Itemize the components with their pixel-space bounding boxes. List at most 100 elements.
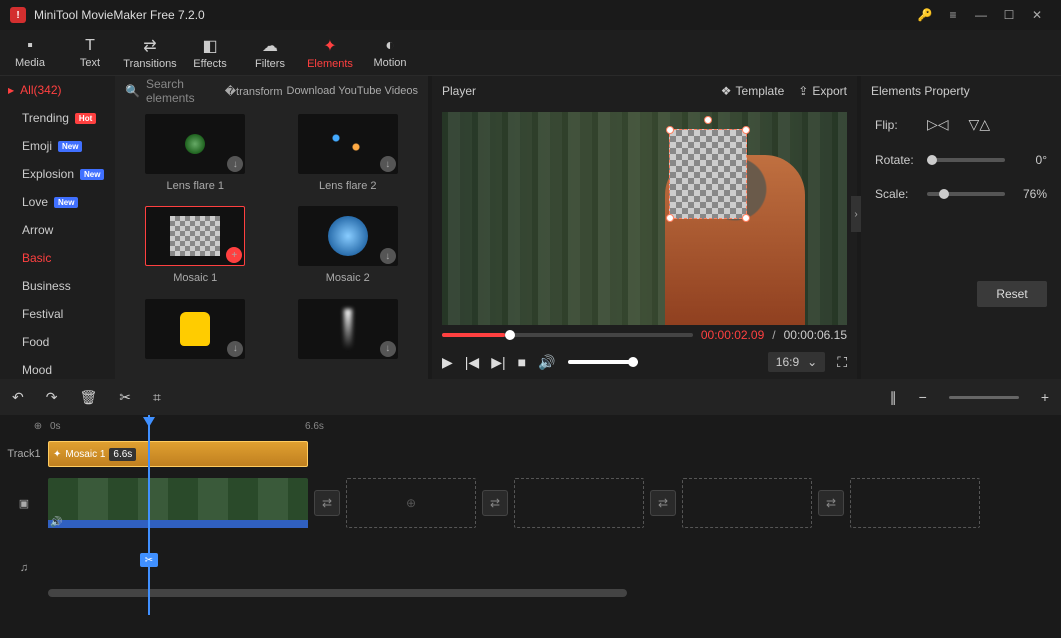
download-icon[interactable]: ↓ [380, 341, 396, 357]
key-icon[interactable]: 🔑 [911, 1, 939, 29]
category-mood[interactable]: Mood [0, 356, 115, 379]
tab-effects[interactable]: ◧Effects [180, 30, 240, 75]
category-trending[interactable]: TrendingHot [0, 104, 115, 132]
undo-button[interactable]: ↶ [12, 389, 24, 406]
crop-button[interactable]: ⌗ [153, 389, 161, 406]
effect-clip-mosaic[interactable]: ✦ Mosaic 1 6.6s [48, 441, 308, 467]
element-mosaic-2[interactable]: ↓ Mosaic 2 [282, 206, 415, 290]
flip-vertical-button[interactable]: ▽△ [969, 116, 991, 133]
search-input[interactable]: 🔍 Search elements [125, 77, 217, 105]
horizontal-scrollbar[interactable] [48, 589, 1013, 599]
zoom-out-button[interactable]: − [919, 389, 927, 405]
empty-clip-slot[interactable]: ⊕ [346, 478, 476, 528]
flip-horizontal-button[interactable]: ▷◁ [927, 116, 949, 133]
volume-icon[interactable]: 🔊 [538, 354, 555, 371]
timeline-ruler[interactable]: ⊕ 0s 6.6s ✂ [0, 415, 1061, 437]
star-icon: ✦ [53, 449, 61, 460]
export-button[interactable]: ⇪Export [798, 84, 847, 98]
text-icon: T [85, 37, 95, 55]
zoom-in-button[interactable]: + [1041, 389, 1049, 405]
category-arrow[interactable]: Arrow [0, 216, 115, 244]
category-all[interactable]: ▶All(342) [0, 76, 115, 104]
tab-media[interactable]: ▪Media [0, 30, 60, 75]
resize-handle[interactable] [666, 214, 674, 222]
category-business[interactable]: Business [0, 272, 115, 300]
play-button[interactable]: ▶ [442, 354, 453, 371]
flip-label: Flip: [875, 118, 917, 132]
category-sidebar: ▶All(342) TrendingHot EmojiNew Explosion… [0, 76, 115, 379]
elements-icon: ✦ [323, 36, 336, 56]
collapse-properties-button[interactable]: › [851, 196, 861, 232]
maximize-button[interactable]: ☐ [995, 1, 1023, 29]
empty-clip-slot[interactable] [514, 478, 644, 528]
add-icon[interactable]: + [226, 247, 242, 263]
next-frame-button[interactable]: ▶| [491, 354, 505, 371]
scale-slider[interactable] [927, 192, 1005, 196]
category-festival[interactable]: Festival [0, 300, 115, 328]
download-youtube-link[interactable]: �transform Download YouTube Videos [225, 85, 418, 98]
prev-frame-button[interactable]: |◀ [465, 354, 479, 371]
element-smoke[interactable]: ↓ [282, 299, 415, 371]
template-icon: ❖ [721, 84, 732, 98]
transition-slot[interactable]: ⇄ [650, 490, 676, 516]
transition-slot[interactable]: ⇄ [314, 490, 340, 516]
tab-elements[interactable]: ✦Elements [300, 30, 360, 75]
current-time: 00:00:02.09 [701, 328, 764, 342]
category-love[interactable]: LoveNew [0, 188, 115, 216]
volume-slider[interactable] [568, 360, 638, 364]
element-lens-flare-1[interactable]: ↓ Lens flare 1 [129, 114, 262, 198]
transition-slot[interactable]: ⇄ [818, 490, 844, 516]
fullscreen-button[interactable]: ⛶ [837, 354, 847, 371]
split-button[interactable]: ✂ [119, 389, 131, 406]
aspect-ratio-select[interactable]: 16:9⌄ [768, 352, 825, 372]
tab-transitions[interactable]: ⇄Transitions [120, 30, 180, 75]
video-clip[interactable]: 🔊 [48, 478, 308, 528]
playhead[interactable]: ✂ [148, 415, 150, 615]
minimize-button[interactable]: — [967, 1, 995, 29]
template-button[interactable]: ❖Template [721, 84, 784, 98]
titlebar: ! MiniTool MovieMaker Free 7.2.0 🔑 ≡ — ☐… [0, 0, 1061, 30]
download-icon[interactable]: ↓ [380, 156, 396, 172]
main-tabbar: ▪Media TText ⇄Transitions ◧Effects ☁Filt… [0, 30, 1061, 76]
element-mosaic-1[interactable]: + Mosaic 1 [129, 206, 262, 290]
element-lens-flare-2[interactable]: ↓ Lens flare 2 [282, 114, 415, 198]
properties-title: Elements Property [861, 76, 1061, 106]
scrub-knob[interactable] [505, 330, 515, 340]
category-food[interactable]: Food [0, 328, 115, 356]
download-icon[interactable]: ↓ [227, 156, 243, 172]
empty-clip-slot[interactable] [682, 478, 812, 528]
menu-icon[interactable]: ≡ [939, 1, 967, 29]
resize-handle[interactable] [742, 126, 750, 134]
zoom-slider[interactable] [949, 396, 1019, 399]
close-button[interactable]: ✕ [1023, 1, 1051, 29]
reset-button[interactable]: Reset [977, 281, 1047, 307]
video-preview[interactable] [442, 112, 847, 325]
category-emoji[interactable]: EmojiNew [0, 132, 115, 160]
download-icon[interactable]: ↓ [227, 341, 243, 357]
download-icon[interactable]: ↓ [380, 248, 396, 264]
snap-icon[interactable]: ∥ [890, 389, 897, 406]
rotate-handle[interactable] [704, 116, 712, 124]
category-explosion[interactable]: ExplosionNew [0, 160, 115, 188]
resize-handle[interactable] [742, 214, 750, 222]
category-basic[interactable]: Basic [0, 244, 115, 272]
tab-filters[interactable]: ☁Filters [240, 30, 300, 75]
split-at-playhead-icon[interactable]: ✂ [140, 553, 158, 567]
transition-slot[interactable]: ⇄ [482, 490, 508, 516]
element-backpack[interactable]: ↓ [129, 299, 262, 371]
stop-button[interactable]: ■ [518, 354, 526, 370]
mosaic-overlay[interactable] [669, 129, 747, 219]
tab-text[interactable]: TText [60, 30, 120, 75]
filters-icon: ☁ [262, 36, 278, 56]
effects-icon: ◧ [202, 36, 217, 56]
delete-button[interactable]: 🗑 [79, 389, 97, 406]
rotate-slider[interactable] [927, 158, 1005, 162]
speaker-icon: 🔊 [50, 517, 62, 528]
tab-motion[interactable]: ◐Motion [360, 30, 420, 75]
empty-clip-slot[interactable] [850, 478, 980, 528]
rotate-label: Rotate: [875, 153, 917, 167]
redo-button[interactable]: ↷ [46, 389, 58, 406]
resize-handle[interactable] [666, 126, 674, 134]
add-track-icon[interactable]: ⊕ [28, 421, 48, 432]
scrub-bar[interactable] [442, 333, 693, 337]
